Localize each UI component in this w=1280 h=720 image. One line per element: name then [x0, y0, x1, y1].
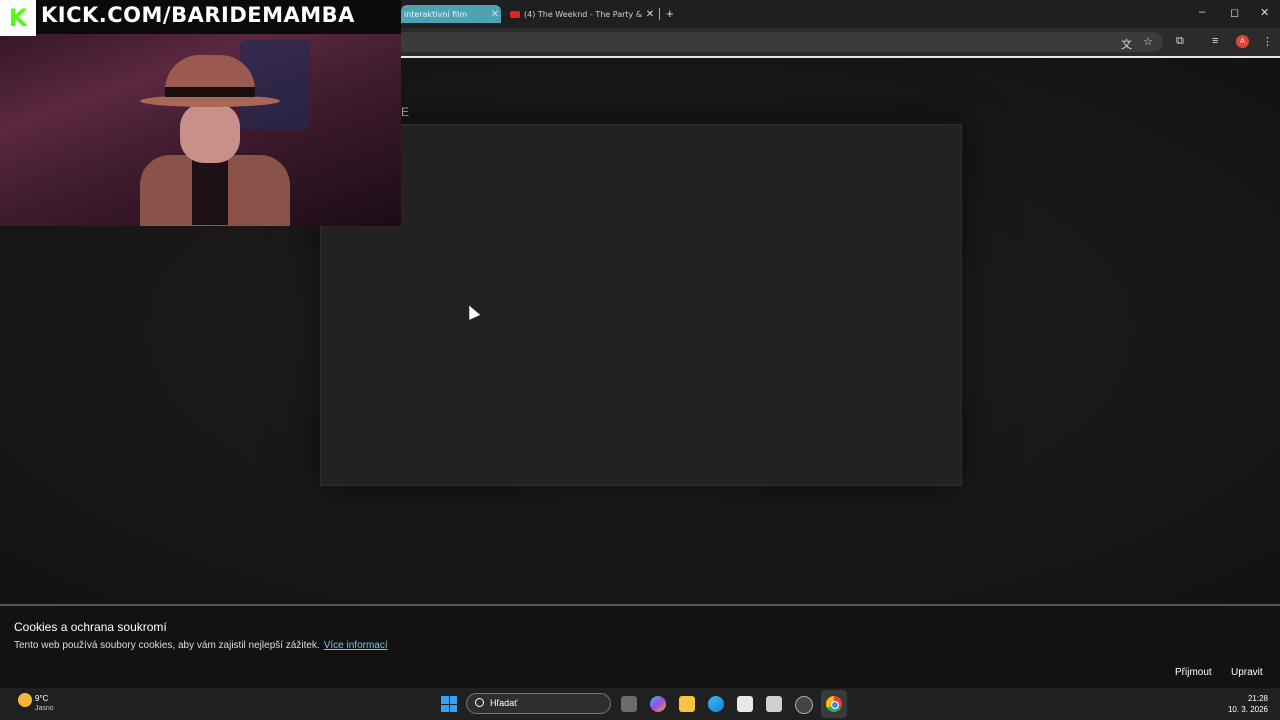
file-explorer-icon[interactable]	[679, 696, 695, 712]
chrome-icon[interactable]	[826, 696, 842, 712]
youtube-icon	[510, 10, 520, 18]
edge-icon[interactable]	[708, 696, 724, 712]
video-player[interactable]	[320, 124, 962, 486]
tab-title: interaktivní film	[404, 9, 468, 19]
maximize-button[interactable]: ◻	[1230, 6, 1239, 19]
clock-time[interactable]: 21:28	[1248, 694, 1268, 703]
translate-icon[interactable]: 文	[1121, 36, 1132, 52]
star-icon[interactable]: ☆	[1143, 35, 1153, 48]
clock-date[interactable]: 10. 3. 2026	[1228, 705, 1268, 714]
app-icon[interactable]	[795, 696, 813, 714]
outlook-icon[interactable]	[766, 696, 782, 712]
address-bar[interactable]: 文 ☆	[401, 32, 1163, 52]
accept-cookies-button[interactable]: Přijmout	[1175, 667, 1212, 678]
cookie-text: Tento web používá soubory cookies, aby v…	[14, 640, 388, 651]
store-icon[interactable]	[737, 696, 753, 712]
taskbar-search[interactable]: Hľadať	[466, 693, 611, 714]
search-icon	[475, 698, 484, 707]
search-placeholder: Hľadať	[490, 698, 518, 708]
start-button[interactable]	[441, 696, 457, 712]
windows-taskbar: 9°C Jasno Hľadať 21:28 10. 3. 2026	[0, 688, 1280, 720]
tab-separator	[659, 8, 660, 20]
page-heading-fragment: E	[401, 105, 411, 119]
close-icon[interactable]: ✕	[644, 9, 656, 20]
menu-icon[interactable]: ⋮	[1262, 35, 1273, 48]
profile-avatar[interactable]: A	[1236, 35, 1249, 48]
close-window-button[interactable]: ✕	[1260, 6, 1269, 19]
weather-temperature: 9°C	[35, 694, 49, 703]
new-tab-button[interactable]: +	[666, 6, 674, 21]
tab-title: (4) The Weeknd - The Party & T	[524, 9, 644, 19]
edit-cookies-button[interactable]: Upravit	[1231, 667, 1263, 678]
weather-icon[interactable]	[18, 693, 32, 707]
extensions-icon[interactable]: ⧉	[1176, 35, 1184, 48]
weather-description: Jasno	[35, 705, 54, 712]
kick-logo-icon: K	[0, 0, 36, 36]
cookie-description: Tento web používá soubory cookies, aby v…	[14, 640, 320, 651]
tab-interactive-film[interactable]: interaktivní film ✕	[401, 5, 501, 23]
cookie-banner: Cookies a ochrana soukromí Tento web pou…	[0, 604, 1280, 690]
stream-url: KICK.COM/BARIDEMAMBA	[41, 3, 355, 27]
more-info-link[interactable]: Více informací	[324, 640, 388, 651]
copilot-icon[interactable]	[650, 696, 666, 712]
minimize-button[interactable]: –	[1199, 6, 1205, 18]
tab-youtube-weeknd[interactable]: (4) The Weeknd - The Party & T ✕	[506, 5, 656, 23]
media-icon[interactable]: ≡	[1212, 35, 1218, 47]
webcam-overlay: K KICK.COM/BARIDEMAMBA	[0, 0, 401, 226]
close-icon[interactable]: ✕	[489, 9, 501, 20]
task-view-icon[interactable]	[621, 696, 637, 712]
streamer	[130, 55, 290, 226]
cookie-title: Cookies a ochrana soukromí	[14, 620, 167, 634]
